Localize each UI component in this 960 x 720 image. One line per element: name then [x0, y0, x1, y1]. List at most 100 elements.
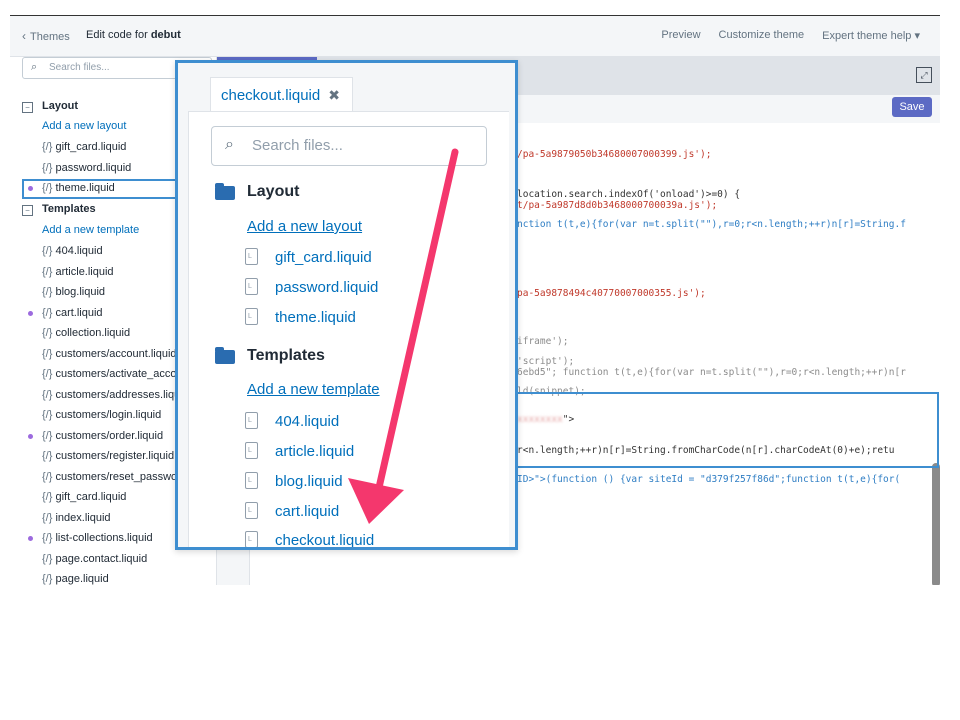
file-label: article.liquid — [55, 265, 114, 278]
file-label: customers/addresses.liquid — [55, 388, 189, 401]
zoom-folder-templates[interactable]: Templates — [189, 344, 509, 370]
file-label: gift_card.liquid — [275, 249, 372, 266]
zoom-file-item-checkout[interactable]: checkout.liquid — [189, 529, 509, 549]
file-label: article.liquid — [275, 443, 355, 460]
code-line: location.search.indexOf('onload')>=0) { — [517, 189, 741, 200]
chevron-left-icon: ‹ — [22, 29, 26, 43]
folder-collapse-icon: − — [22, 102, 33, 113]
file-label: checkout.liquid — [275, 532, 375, 549]
file-label: 404.liquid — [275, 413, 340, 430]
caret-down-icon: ▾ — [914, 30, 920, 42]
liquid-tag-icon: {/} — [42, 409, 53, 421]
liquid-tag-icon: {/} — [42, 450, 53, 462]
tab-checkout[interactable]: checkout.liquid ✖ — [210, 77, 353, 112]
file-entry: {/} customers/login.liquid — [42, 409, 161, 421]
top-links: Preview Customize theme Expert theme hel… — [661, 29, 920, 42]
zoom-file-item[interactable]: cart.liquid — [189, 500, 509, 526]
code-line: 'script'); — [517, 356, 575, 367]
tab-label: checkout.liquid — [221, 87, 321, 104]
file-entry: {/} blog.liquid — [42, 286, 105, 298]
close-icon[interactable]: ✖ — [328, 87, 340, 103]
liquid-tag-icon: {/} — [42, 286, 53, 298]
code-line: ID>">(function () {var siteId = "d379f25… — [517, 474, 901, 485]
liquid-tag-icon: {/} — [42, 491, 53, 503]
zoom-file-item[interactable]: password.liquid — [189, 276, 509, 302]
zoom-add-layout-link[interactable]: Add a new layout — [189, 215, 509, 241]
file-label: page.liquid — [55, 573, 109, 585]
link-label: Add a new layout — [247, 218, 363, 235]
liquid-tag-icon: {/} — [42, 327, 53, 339]
top-bar: ‹ Themes Edit code for debut Preview Cust… — [10, 16, 940, 57]
file-icon — [245, 531, 258, 547]
file-item[interactable]: {/} page.contact.liquid — [10, 550, 216, 570]
file-entry: {/} customers/account.liquid — [42, 348, 177, 360]
file-icon — [245, 472, 258, 489]
save-button[interactable]: Save — [892, 97, 932, 117]
file-label: password.liquid — [55, 162, 132, 174]
back-label: Themes — [30, 31, 70, 43]
page-title: Edit code for debut — [86, 29, 181, 41]
zoom-file-item[interactable]: blog.liquid — [189, 470, 509, 496]
file-entry: {/} article.liquid — [42, 266, 114, 278]
file-label: collection.liquid — [55, 327, 131, 339]
customize-theme-link[interactable]: Customize theme — [719, 29, 805, 42]
modified-dot-icon — [28, 186, 33, 191]
folder-icon — [215, 183, 235, 200]
zoom-folder-layout[interactable]: Layout — [189, 180, 509, 206]
zoom-search-input[interactable]: ⌕ Search files... — [211, 126, 487, 166]
search-placeholder: Search files... — [49, 62, 110, 73]
code-line: t/pa-5a987d8d0b3468000700039a.js'); — [517, 200, 718, 211]
file-item[interactable]: {/} page.liquid — [10, 570, 216, 585]
folder-label: Layout — [247, 183, 300, 200]
zoom-file-item[interactable]: theme.liquid — [189, 306, 509, 332]
modified-dot-icon — [28, 433, 33, 439]
fullscreen-icon[interactable]: ⤢ — [916, 67, 932, 83]
file-icon — [245, 412, 258, 429]
liquid-tag-icon: {/} — [42, 162, 53, 174]
file-icon — [245, 442, 258, 459]
liquid-tag-icon: {/} — [42, 347, 53, 360]
editor-scrollbar[interactable] — [932, 463, 940, 585]
liquid-tag-icon: {/} — [42, 245, 53, 257]
liquid-tag-icon: {/} — [42, 388, 53, 401]
zoom-file-item[interactable]: 404.liquid — [189, 410, 509, 436]
file-icon — [245, 502, 258, 519]
zoom-add-template-link[interactable]: Add a new template — [189, 378, 509, 404]
file-entry: {/} customers/addresses.liquid — [42, 389, 189, 401]
file-item-selected[interactable]: {/} theme.liquid — [22, 179, 182, 199]
folder-icon — [215, 347, 235, 364]
file-label: gift_card.liquid — [55, 491, 127, 503]
file-label: 404.liquid — [55, 245, 103, 257]
search-icon: ⌕ — [225, 136, 234, 153]
folder-label: Templates — [42, 203, 96, 215]
code-area[interactable]: /pa-5a9879050b34680007000399.js'); locat… — [517, 123, 940, 585]
zoom-file-item[interactable]: article.liquid — [189, 440, 509, 466]
zoom-file-item[interactable]: gift_card.liquid — [189, 246, 509, 272]
liquid-tag-icon: {/} — [42, 573, 53, 585]
back-to-themes-link[interactable]: ‹ Themes — [22, 29, 70, 43]
file-label: customers/login.liquid — [55, 409, 162, 421]
folder-collapse-icon: − — [22, 205, 33, 216]
link-label: Add a new template — [247, 381, 380, 398]
search-placeholder: Search files... — [252, 137, 343, 154]
expert-help-dropdown[interactable]: Expert theme help ▾ — [822, 29, 920, 42]
code-line: nction t(t,e){for(var n=t.split(""),r=0;… — [517, 219, 906, 230]
file-entry: {/} 404.liquid — [42, 245, 103, 257]
modified-dot-icon — [28, 310, 33, 316]
file-entry: {/} collection.liquid — [42, 327, 130, 339]
preview-link[interactable]: Preview — [661, 29, 700, 42]
file-icon — [245, 278, 258, 295]
file-label: cart.liquid — [275, 503, 340, 520]
zoom-callout: checkout.liquid ✖ ⌕ Search files... Layou… — [175, 60, 518, 550]
expert-help-label: Expert theme help — [822, 30, 912, 42]
liquid-tag-icon: {/} — [42, 429, 53, 442]
file-label: gift_card.liquid — [55, 141, 127, 153]
file-label: blog.liquid — [275, 473, 343, 490]
theme-name: debut — [150, 29, 181, 41]
file-entry: {/} customers/order.liquid — [42, 430, 163, 442]
page-title-prefix: Edit code for — [86, 29, 151, 41]
search-icon: ⌕ — [31, 61, 38, 73]
liquid-tag-icon: {/} — [42, 552, 53, 565]
folder-label: Layout — [42, 100, 79, 112]
liquid-tag-icon: {/} — [42, 141, 53, 153]
